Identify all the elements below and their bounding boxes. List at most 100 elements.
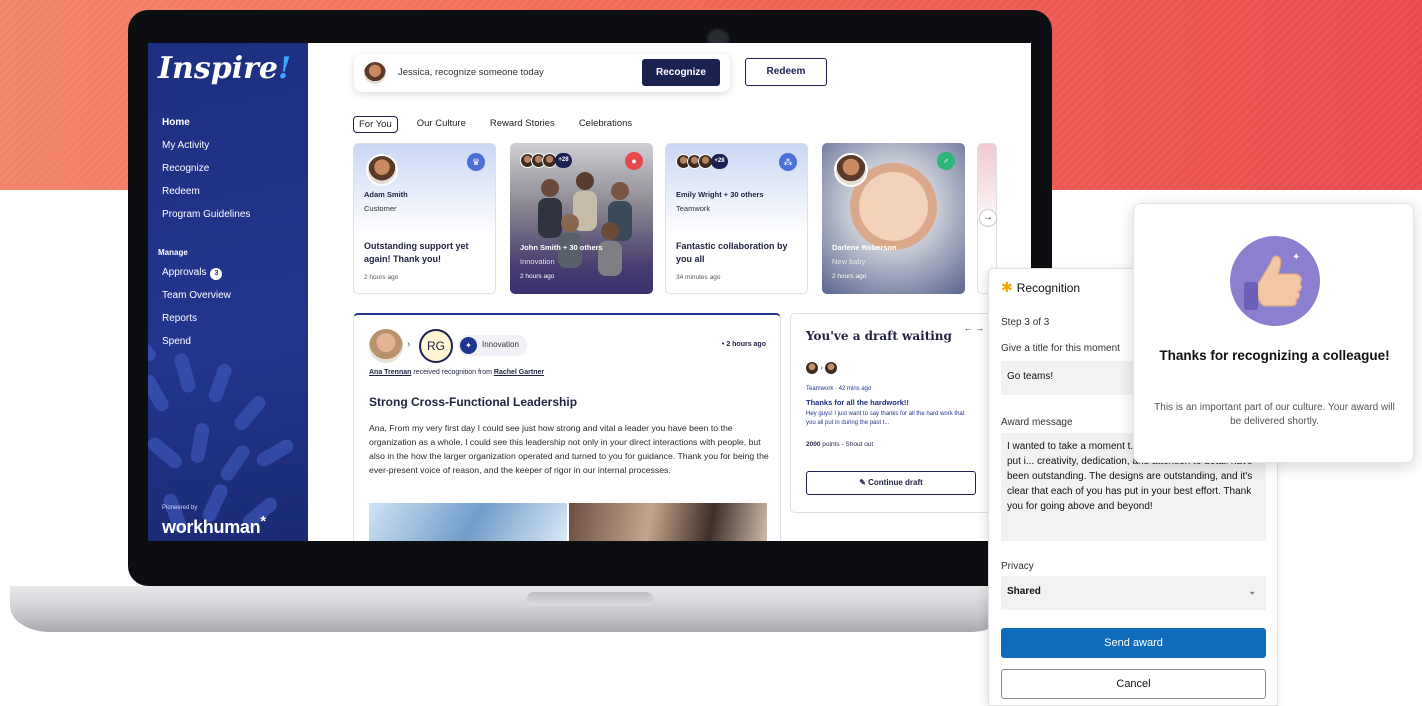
bell-icon: ● [625,152,643,170]
feed-tabs: For You Our Culture Reward Stories Celeb… [353,116,637,133]
post-title: Strong Cross-Functional Leadership [369,395,578,409]
star-icon: ✱ [1001,279,1013,295]
lightbulb-icon: ✦ [460,337,477,354]
points-label: points - Shout out [822,441,874,448]
laptop-notch [527,592,653,606]
send-award-button[interactable]: Send award [1001,628,1266,658]
points-value: 2000 [806,441,821,448]
svg-text:✦: ✦ [1292,252,1300,263]
card-time: 2 hours ago [520,273,555,280]
pioneered-by-label: Pioneered by [162,505,198,511]
card-time: 34 minutes ago [676,274,721,281]
nav-item-program-guidelines[interactable]: Program Guidelines [162,208,250,231]
avatar-group: +28 [676,154,728,169]
post-image[interactable] [369,503,567,541]
tab-for-you[interactable]: For You [353,116,398,133]
card-category: Teamwork [676,204,711,213]
laptop-base [10,586,1010,632]
continue-draft-label: Continue draft [868,478,923,487]
recipient-link[interactable]: Ana Trennan [369,369,411,376]
avatar [369,329,403,363]
attribution-text: received recognition from [413,369,492,376]
panel-title: Recognition [1016,281,1081,295]
carousel-next-arrow-icon[interactable]: → [979,209,997,227]
title-label: Give a title for this moment [1001,343,1120,354]
draft-preview: Hey guys! I just want to say thanks for … [806,411,965,426]
nav-item-redeem[interactable]: Redeem [162,185,250,208]
recognition-card[interactable]: ♛ Adam Smith Customer Outstanding suppor… [353,143,496,294]
post-image[interactable] [569,503,767,541]
avatar [806,362,818,374]
avatar [825,362,838,374]
manage-heading: Manage [158,248,188,257]
app-logo[interactable]: Inspire! [158,51,291,86]
initials-avatar: RG [419,329,453,363]
nav-item-approvals[interactable]: Approvals 3 [162,267,231,290]
card-title: Fantastic collaboration by you all [676,241,788,264]
primary-nav: Home My Activity Recognize Redeem Progra… [162,116,250,231]
card-title: Outstanding support yet again! Thank you… [364,241,469,264]
avatar [834,153,868,187]
avatar [364,62,386,84]
recognition-card[interactable]: +28 ⁂ Emily Wright + 30 others Teamwork … [665,143,808,294]
nav-item-home[interactable]: Home [162,116,250,139]
recognize-button[interactable]: Recognize [642,59,720,86]
brand-mark: * [260,513,266,530]
logo-text: Inspire [158,51,278,86]
crown-icon: ♛ [467,153,485,171]
tab-celebrations[interactable]: Celebrations [574,116,637,133]
tab-our-culture[interactable]: Our Culture [412,116,471,133]
privacy-select[interactable]: Shared ⌄ [1001,576,1266,610]
nav-item-reports[interactable]: Reports [162,313,231,336]
recognize-prompt-bar: Jessica, recognize someone today Recogni… [354,54,730,92]
team-icon: ⁂ [779,153,797,171]
nav-item-recognize[interactable]: Recognize [162,162,250,185]
avatar [366,154,398,186]
nav-item-label: Approvals [162,267,207,278]
chevron-right-icon: › [407,339,411,350]
more-count: +28 [555,153,572,168]
pencil-icon: ✎ [859,478,866,487]
recognize-prompt-text[interactable]: Jessica, recognize someone today [398,67,544,78]
privacy-value: Shared [1007,586,1041,597]
post-attribution: Ana Trennan received recognition from Ra… [369,369,544,376]
more-count: +28 [711,154,728,169]
app-screen: Inspire! Home My Activity Recognize Rede… [148,43,1031,541]
nav-item-spend[interactable]: Spend [162,336,231,359]
card-name: Emily Wright + 30 others [676,190,764,199]
draft-participants: › [806,362,838,374]
recognition-card[interactable]: ♂ Darlene Roberson New baby 2 hours ago [822,143,965,294]
recognition-card[interactable]: +28 ● John Smith + 30 others Innovation … [510,143,653,294]
recognition-post: › RG Innovation ✦ • 2 hours ago Ana Tren… [353,313,781,541]
draft-card: You've a draft waiting ← → › Teamwork · … [790,313,995,513]
nav-item-team-overview[interactable]: Team Overview [162,290,231,313]
message-label: Award message [1001,417,1073,428]
card-time: 2 hours ago [832,273,867,280]
post-body: Ana, From my very first day I could see … [369,423,769,475]
card-category: Customer [364,204,397,213]
draft-heading: You've a draft waiting [806,329,952,343]
thanks-body: This is an important part of our culture… [1154,402,1395,427]
chevron-right-icon: › [820,363,823,373]
continue-draft-button[interactable]: ✎ Continue draft [806,471,976,495]
giver-link[interactable]: Rachel Gartner [494,369,544,376]
workhuman-logo: workhuman* [162,513,266,538]
card-name: John Smith + 30 others [520,243,603,252]
manage-nav: Approvals 3 Team Overview Reports Spend [162,267,231,359]
thanks-dialog: ✦ Thanks for recognizing a colleague! Th… [1133,203,1414,463]
post-time-text: 2 hours ago [726,341,766,348]
tab-reward-stories[interactable]: Reward Stories [485,116,560,133]
card-time: 2 hours ago [364,274,399,281]
cancel-button[interactable]: Cancel [1001,669,1266,699]
panel-header: ✱ Recognition [1001,279,1080,296]
thumbs-up-illustration: ✦ [1244,252,1303,310]
draft-nav-arrows-icon[interactable]: ← → [963,323,984,333]
gender-icon: ♂ [937,152,955,170]
redeem-button[interactable]: Redeem [745,58,827,86]
thanks-heading: Thanks for recognizing a colleague! [1159,348,1390,363]
logo-mark: ! [278,51,292,86]
avatar-group: +28 [520,153,572,168]
nav-item-my-activity[interactable]: My Activity [162,139,250,162]
sidebar: Inspire! Home My Activity Recognize Rede… [148,43,308,541]
card-name: Darlene Roberson [832,243,897,252]
